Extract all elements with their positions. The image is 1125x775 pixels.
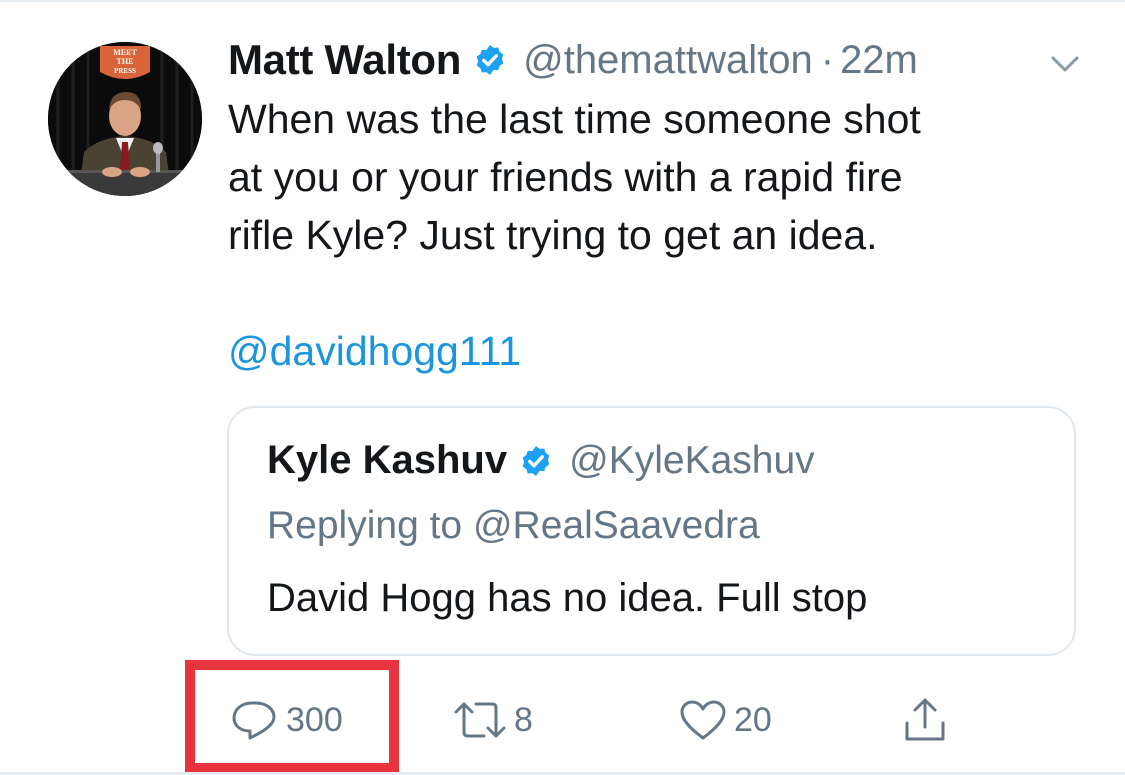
share-upload-icon [905,698,945,741]
tweet-header: Matt Walton @themattwalton · 22m [228,32,1088,88]
tweet-text: When was the last time someone shot at y… [228,90,1088,264]
tweet-text-line: at you or your friends with a rapid fire [228,154,903,200]
quoted-tweet-text: David Hogg has no idea. Full stop [267,576,868,620]
verified-badge-icon [522,445,550,476]
top-divider [0,0,1125,2]
separator-dot: · [820,37,835,82]
retweet-count: 8 [514,700,533,739]
like-count: 20 [734,700,772,739]
tweet-text-line: rifle Kyle? Just trying to get an idea. [228,212,878,258]
avatar[interactable]: MEET THE PRESS [48,42,202,196]
highlight-annotation-box [185,660,399,773]
tweet-timestamp[interactable]: 22m [840,38,918,83]
like-button[interactable]: 20 [678,694,772,746]
svg-text:MEET: MEET [113,48,137,57]
quoted-tweet-header: Kyle Kashuv @KyleKashuv [267,438,815,483]
chevron-down-icon[interactable] [1047,46,1083,82]
retweet-button[interactable]: 8 [452,694,533,746]
avatar-image: MEET THE PRESS [48,42,202,196]
retweet-icon [454,702,506,738]
mention-link[interactable]: @davidhogg111 [228,322,521,380]
svg-text:THE: THE [117,57,134,66]
quoted-author-display-name: Kyle Kashuv [267,438,508,482]
verified-badge-icon [476,45,504,75]
quoted-tweet-card[interactable]: Kyle Kashuv @KyleKashuv Replying to @Rea… [227,406,1076,656]
tweet-text-line: When was the last time someone shot [228,96,921,142]
svg-text:PRESS: PRESS [114,67,136,75]
replying-to-label: Replying to @RealSaavedra [267,504,760,547]
share-button[interactable] [902,694,948,746]
heart-icon [680,700,726,740]
author-handle[interactable]: @themattwalton [523,38,813,83]
author-display-name[interactable]: Matt Walton [228,36,461,84]
quoted-author-handle: @KyleKashuv [569,438,815,482]
